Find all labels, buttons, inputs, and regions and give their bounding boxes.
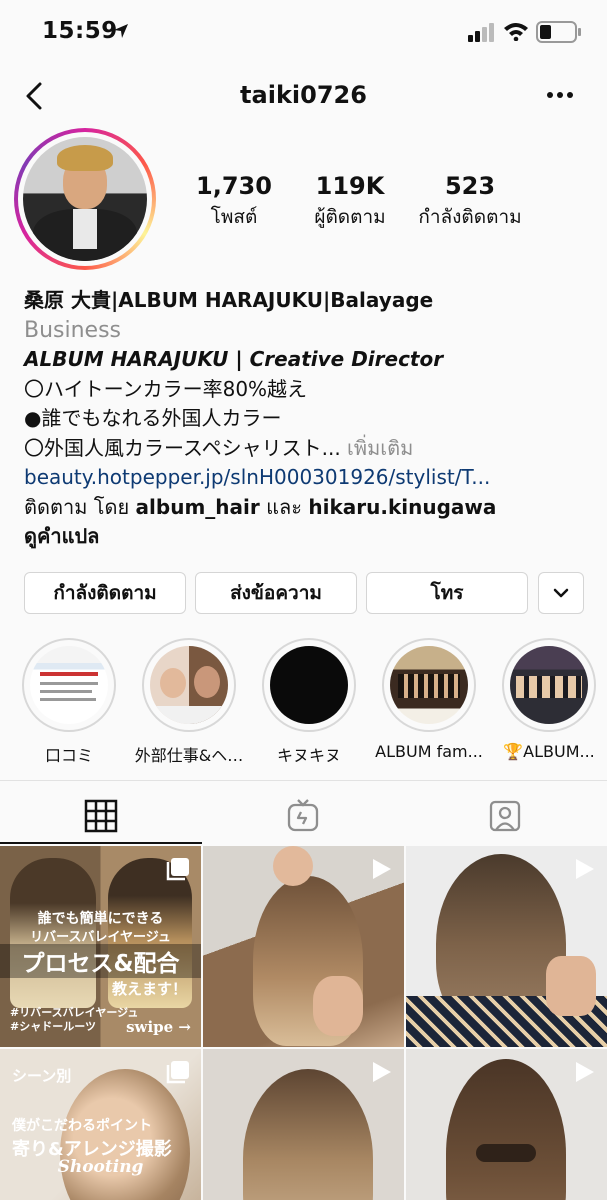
followed-by-and: และ <box>266 494 302 519</box>
bio-line-3-row: 〇外国人風カラースペシャリスト... เพิ่มเติม <box>24 434 594 464</box>
profile-bio: 桑原 大貴|ALBUM HARAJUKU|Balayage Business A… <box>24 286 594 552</box>
nav-bar: taiki0726 <box>0 64 607 128</box>
chevron-down-icon <box>553 588 569 598</box>
post-thumbnail[interactable] <box>406 1049 607 1200</box>
tab-tagged[interactable] <box>404 790 606 842</box>
followed-by-user-2[interactable]: hikaru.kinugawa <box>308 495 496 519</box>
following-label: กำลังติดตาม <box>418 206 522 228</box>
stat-followers[interactable]: 119K ผู้ติดตาม <box>300 172 400 232</box>
post-overlay-title: プロセス&配合 <box>0 944 201 978</box>
post-thumbnail[interactable]: シーン別 僕がこだわるポイント 寄り&アレンジ撮影 Shooting <box>0 1049 201 1200</box>
battery-icon <box>536 21 581 43</box>
post-overlay-text: Shooting <box>57 1157 144 1177</box>
highlight-label: キヌキヌ <box>276 746 341 765</box>
active-tab-indicator <box>0 842 202 844</box>
posts-count: 1,730 <box>196 172 272 200</box>
post-thumbnail[interactable] <box>406 846 607 1047</box>
bio-line-2: ●誰でもなれる外国人カラー <box>24 406 282 430</box>
followers-label: ผู้ติดตาม <box>314 206 386 228</box>
message-button[interactable]: ส่งข้อความ <box>195 572 357 614</box>
highlight-thumbnail <box>150 646 228 724</box>
followed-by-prefix: ติดตาม โดย <box>24 494 130 519</box>
post-overlay-text: 誰でも簡単にできる <box>37 911 164 927</box>
tab-grid[interactable] <box>0 790 202 842</box>
igtv-icon <box>287 799 319 832</box>
call-button[interactable]: โทร <box>366 572 528 614</box>
tab-igtv[interactable] <box>202 790 404 842</box>
grid-icon <box>84 799 118 833</box>
story-ring[interactable] <box>14 128 156 270</box>
multiple-photos-icon <box>166 858 189 881</box>
post-thumbnail[interactable]: 誰でも簡単にできる リバースバレイヤージュ プロセス&配合 教えます！ #リバー… <box>0 846 201 1047</box>
post-overlay-text: 僕がこだわるポイント <box>12 1118 152 1134</box>
highlight-label: 口コミ <box>44 746 93 765</box>
post-thumbnail[interactable] <box>203 1049 404 1200</box>
suggested-dropdown-button[interactable] <box>538 572 584 614</box>
highlight-item[interactable]: ALBUM fam... <box>375 638 483 761</box>
following-count: 523 <box>444 172 496 200</box>
stat-posts[interactable]: 1,730 โพสต์ <box>190 172 278 232</box>
more-options-icon[interactable] <box>546 90 574 100</box>
highlight-label: 外部仕事&ヘ… <box>134 746 244 765</box>
stat-following[interactable]: 523 กำลังติดตาม <box>410 172 530 232</box>
followers-count: 119K <box>315 172 385 200</box>
bio-line-1: 〇ハイトーンカラー率80%越え <box>24 376 308 401</box>
cellular-signal-icon <box>468 23 494 42</box>
post-swipe-text: swipe → <box>126 1018 191 1036</box>
multiple-photos-icon <box>166 1061 189 1084</box>
post-overlay-text: リバースバレイヤージュ <box>30 930 171 945</box>
highlight-item[interactable]: 外部仕事&ヘ… <box>135 638 243 766</box>
highlight-item[interactable]: キヌキヌ <box>262 638 356 766</box>
highlight-thumbnail <box>510 646 588 724</box>
highlight-thumbnail <box>270 646 348 724</box>
tagged-person-icon <box>489 800 521 832</box>
highlight-label: ALBUM fam... <box>375 742 483 761</box>
tab-divider <box>0 780 607 781</box>
bio-more-link[interactable]: เพิ่มเติม <box>347 436 413 460</box>
followed-by-user-1[interactable]: album_hair <box>136 495 260 519</box>
see-translation-link[interactable]: ดูคำแปล <box>24 522 594 552</box>
video-play-icon <box>373 859 391 879</box>
location-arrow-icon <box>114 24 128 38</box>
avatar <box>23 137 147 261</box>
following-button[interactable]: กำลังติดตาม <box>24 572 186 614</box>
profile-website-link[interactable]: beauty.hotpepper.jp/slnH000301926/stylis… <box>24 463 594 493</box>
video-play-icon <box>576 1062 594 1082</box>
profile-display-name: 桑原 大貴|ALBUM HARAJUKU|Balayage <box>24 288 434 312</box>
video-play-icon <box>373 1062 391 1082</box>
highlight-thumbnail <box>30 646 108 724</box>
profile-role: ALBUM HARAJUKU | Creative Director <box>24 347 444 371</box>
profile-category: Business <box>24 317 122 343</box>
post-overlay-text: 教えます！ <box>111 980 187 998</box>
status-bar: 15:59 <box>0 0 607 64</box>
video-play-icon <box>576 859 594 879</box>
highlight-thumbnail <box>390 646 468 724</box>
followed-by-row[interactable]: ติดตาม โดย album_hair และ hikaru.kinugaw… <box>24 493 594 523</box>
status-time: 15:59 <box>42 18 118 44</box>
wifi-icon <box>504 23 528 41</box>
highlight-label: 🏆ALBUM... <box>503 742 595 761</box>
bio-line-3: 〇外国人風カラースペシャリスト... <box>24 435 341 460</box>
post-thumbnail[interactable] <box>203 846 404 1047</box>
posts-label: โพสต์ <box>210 206 258 228</box>
profile-username: taiki0726 <box>240 81 367 109</box>
highlight-item[interactable]: 🏆ALBUM... <box>502 638 596 761</box>
highlight-item[interactable]: 口コミ <box>22 638 116 766</box>
